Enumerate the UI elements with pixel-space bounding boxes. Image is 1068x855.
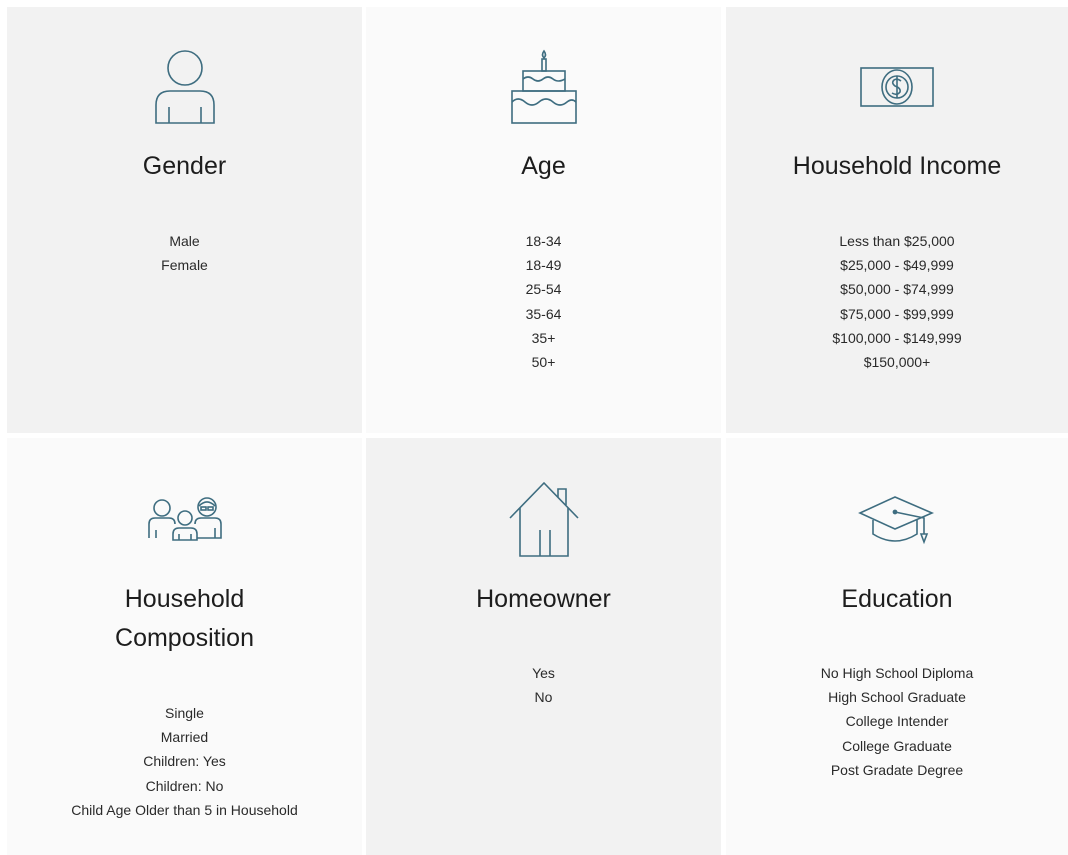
option-item: No [534, 689, 553, 706]
option-item: $25,000 - $49,999 [840, 257, 954, 274]
homeowner-card: Homeowner Yes No [366, 438, 721, 855]
option-item: 50+ [531, 354, 556, 371]
house-icon [508, 480, 580, 558]
option-item: 35-64 [525, 305, 562, 322]
option-item: Post Gradate Degree [830, 761, 964, 778]
option-list: 18-34 18-49 25-54 35-64 35+ 50+ [366, 229, 721, 374]
card-title: Homeowner [476, 585, 611, 613]
option-item: Female [161, 257, 208, 274]
gender-card: Gender Male Female [7, 7, 362, 433]
option-item: $150,000+ [863, 354, 931, 371]
option-item: Married [160, 729, 209, 746]
person-icon [153, 49, 217, 125]
option-item: No High School Diploma [820, 665, 974, 681]
dollar-bill-icon [859, 66, 935, 108]
card-title: Education [841, 585, 953, 613]
option-item: College Intender [845, 713, 949, 730]
option-item: Single [165, 705, 204, 721]
option-item: Yes [532, 665, 555, 681]
demographics-grid: Gender Male Female Age 18-34 18-49 25-54… [0, 0, 1068, 855]
household-income-card: Household Income Less than $25,000 $25,0… [726, 7, 1068, 433]
age-card: Age 18-34 18-49 25-54 35-64 35+ 50+ [366, 7, 721, 433]
option-item: $100,000 - $149,999 [832, 329, 962, 346]
option-item: 18-49 [525, 257, 562, 274]
birthday-cake-icon [509, 48, 579, 126]
card-title: Gender [142, 152, 227, 180]
option-list: Less than $25,000 $25,000 - $49,999 $50,… [726, 229, 1068, 374]
option-item: High School Graduate [828, 689, 966, 706]
option-item: Children: Yes [143, 753, 226, 770]
option-item: 35+ [531, 329, 556, 346]
option-item: Less than $25,000 [839, 233, 955, 249]
option-item: College Graduate [842, 737, 952, 754]
option-item: $50,000 - $74,999 [840, 281, 954, 298]
option-list: Single Married Children: Yes Children: N… [7, 701, 362, 822]
card-title-line2: Composition [115, 624, 254, 652]
card-title: Household Income [792, 152, 1002, 180]
education-card: Education No High School Diploma High Sc… [726, 438, 1068, 855]
option-list: Male Female [7, 229, 362, 277]
option-item: 18-34 [525, 233, 562, 249]
graduation-cap-icon [858, 494, 936, 548]
family-icon [145, 494, 225, 544]
card-title-line1: Household [124, 585, 245, 613]
option-list: Yes No [366, 661, 721, 709]
card-title: Age [521, 152, 566, 180]
option-item: Male [169, 233, 200, 249]
option-item: Child Age Older than 5 in Household [71, 801, 298, 818]
option-item: 25-54 [525, 281, 562, 298]
household-composition-card: Household Composition Single Married Chi… [7, 438, 362, 855]
option-item: $75,000 - $99,999 [840, 305, 954, 322]
option-item: Children: No [145, 777, 224, 794]
option-list: No High School Diploma High School Gradu… [726, 661, 1068, 782]
